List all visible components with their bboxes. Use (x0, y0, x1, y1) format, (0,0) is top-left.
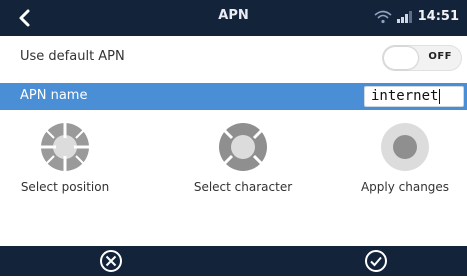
hint-caption: Select character (193, 180, 293, 194)
cancel-circle-icon[interactable] (98, 248, 124, 274)
setting-row-default-apn[interactable]: Use default APN OFF (0, 36, 467, 84)
text-caret (439, 88, 441, 104)
signal-strength-icon (396, 10, 414, 24)
hint-select-character: Select character (168, 110, 318, 194)
center-button-icon (381, 123, 429, 171)
setting-label-default-apn: Use default APN (20, 49, 125, 64)
top-bar: APN 14:51 (0, 0, 467, 36)
hint-caption: Select position (20, 180, 110, 194)
toggle-state-label: OFF (428, 51, 452, 62)
four-way-pad-icon (41, 123, 89, 171)
bottom-bar (0, 246, 467, 276)
apn-name-value: internet (371, 88, 439, 104)
clock: 14:51 (417, 9, 459, 24)
hint-select-position: Select position (0, 110, 140, 194)
default-apn-toggle[interactable]: OFF (382, 45, 462, 71)
four-way-pad-icon (219, 123, 267, 171)
control-hints: Select position Select character Apply c… (0, 110, 467, 210)
setting-row-apn-name[interactable]: APN name internet (0, 83, 467, 110)
apn-name-input[interactable]: internet (364, 86, 464, 107)
toggle-knob (384, 47, 418, 69)
setting-label-apn-name: APN name (20, 88, 88, 103)
status-area: 14:51 (374, 9, 459, 24)
hint-caption: Apply changes (360, 180, 450, 194)
wifi-icon (374, 10, 392, 24)
confirm-check-icon[interactable] (363, 248, 389, 274)
hint-apply-changes: Apply changes (335, 110, 467, 194)
